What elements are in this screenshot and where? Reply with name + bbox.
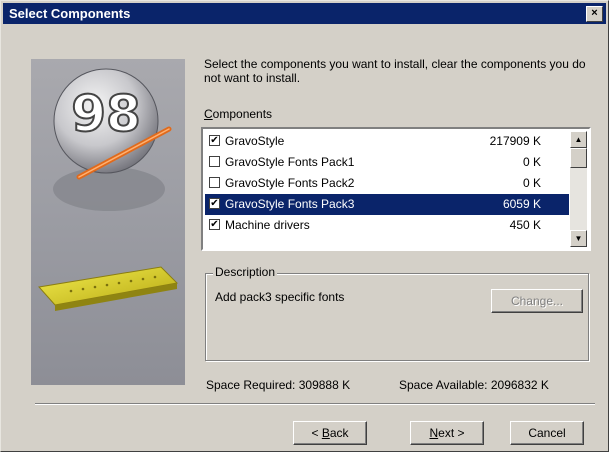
components-list[interactable]: ✔ GravoStyle 217909 K GravoStyle Fonts Pack… bbox=[201, 127, 591, 251]
component-checkbox[interactable]: ✔ bbox=[209, 135, 220, 146]
change-button-label: Change... bbox=[510, 294, 564, 308]
intro-text: Select the components you want to instal… bbox=[204, 57, 586, 85]
components-rows: ✔ GravoStyle 217909 K GravoStyle Fonts Pack… bbox=[205, 131, 569, 236]
checkmark-icon: ✔ bbox=[210, 198, 219, 209]
scroll-up-button[interactable]: ▲ bbox=[570, 131, 587, 148]
scroll-down-button[interactable]: ▼ bbox=[570, 230, 587, 247]
list-scrollbar[interactable]: ▲ ▼ bbox=[570, 131, 587, 247]
arrow-down-icon: ▼ bbox=[574, 234, 583, 243]
space-available: Space Available: 2096832 K bbox=[399, 378, 549, 392]
space-available-value: 2096832 K bbox=[490, 378, 549, 392]
space-required: Space Required: 309888 K bbox=[206, 378, 350, 392]
checkmark-icon: ✔ bbox=[210, 135, 219, 146]
component-checkbox[interactable] bbox=[209, 177, 220, 188]
close-button[interactable]: × bbox=[586, 6, 603, 22]
component-label: GravoStyle Fonts Pack3 bbox=[225, 194, 355, 214]
component-label: GravoStyle bbox=[225, 134, 285, 148]
component-label: GravoStyle Fonts Pack2 bbox=[225, 176, 355, 190]
component-size: 217909 K bbox=[489, 134, 541, 148]
next-button[interactable]: Next > bbox=[410, 421, 484, 445]
scroll-thumb[interactable] bbox=[570, 148, 587, 168]
arrow-up-icon: ▲ bbox=[574, 135, 583, 144]
description-group bbox=[205, 273, 589, 361]
space-required-label: Space Required: bbox=[206, 378, 296, 392]
setup-artwork: 98 bbox=[31, 59, 185, 385]
setup-dialog: Select Components × 98 Select the compon… bbox=[0, 0, 609, 452]
change-button[interactable]: Change... bbox=[491, 289, 583, 313]
component-size: 6059 K bbox=[502, 194, 541, 214]
component-checkbox[interactable] bbox=[209, 156, 220, 167]
component-row[interactable]: ✔ GravoStyle Fonts Pack3 6059 K bbox=[205, 194, 569, 215]
cancel-button[interactable]: Cancel bbox=[510, 421, 584, 445]
component-label: Machine drivers bbox=[225, 218, 310, 232]
close-icon: × bbox=[591, 7, 598, 19]
setup-artwork-image: 98 bbox=[38, 68, 179, 311]
component-checkbox[interactable]: ✔ bbox=[209, 219, 220, 230]
back-button[interactable]: < Back bbox=[293, 421, 367, 445]
component-label: GravoStyle Fonts Pack1 bbox=[225, 155, 355, 169]
checkmark-icon: ✔ bbox=[210, 219, 219, 230]
button-divider bbox=[35, 403, 595, 405]
space-required-value: 309888 K bbox=[298, 378, 351, 392]
space-available-label: Space Available: bbox=[399, 378, 488, 392]
component-size: 0 K bbox=[522, 155, 541, 169]
components-label: Components bbox=[204, 107, 273, 121]
component-checkbox[interactable]: ✔ bbox=[209, 198, 220, 209]
component-size: 450 K bbox=[509, 218, 541, 232]
window-title: Select Components bbox=[9, 6, 131, 21]
title-bar: Select Components × bbox=[3, 3, 606, 24]
component-row[interactable]: GravoStyle Fonts Pack1 0 K bbox=[205, 152, 569, 173]
component-size: 0 K bbox=[522, 176, 541, 190]
description-text: Add pack3 specific fonts bbox=[215, 290, 345, 304]
component-row[interactable]: ✔ Machine drivers 450 K bbox=[205, 215, 569, 236]
component-row[interactable]: ✔ GravoStyle 217909 K bbox=[205, 131, 569, 152]
logo-text: 98 bbox=[71, 85, 141, 143]
component-row[interactable]: GravoStyle Fonts Pack2 0 K bbox=[205, 173, 569, 194]
description-title: Description bbox=[213, 265, 278, 279]
